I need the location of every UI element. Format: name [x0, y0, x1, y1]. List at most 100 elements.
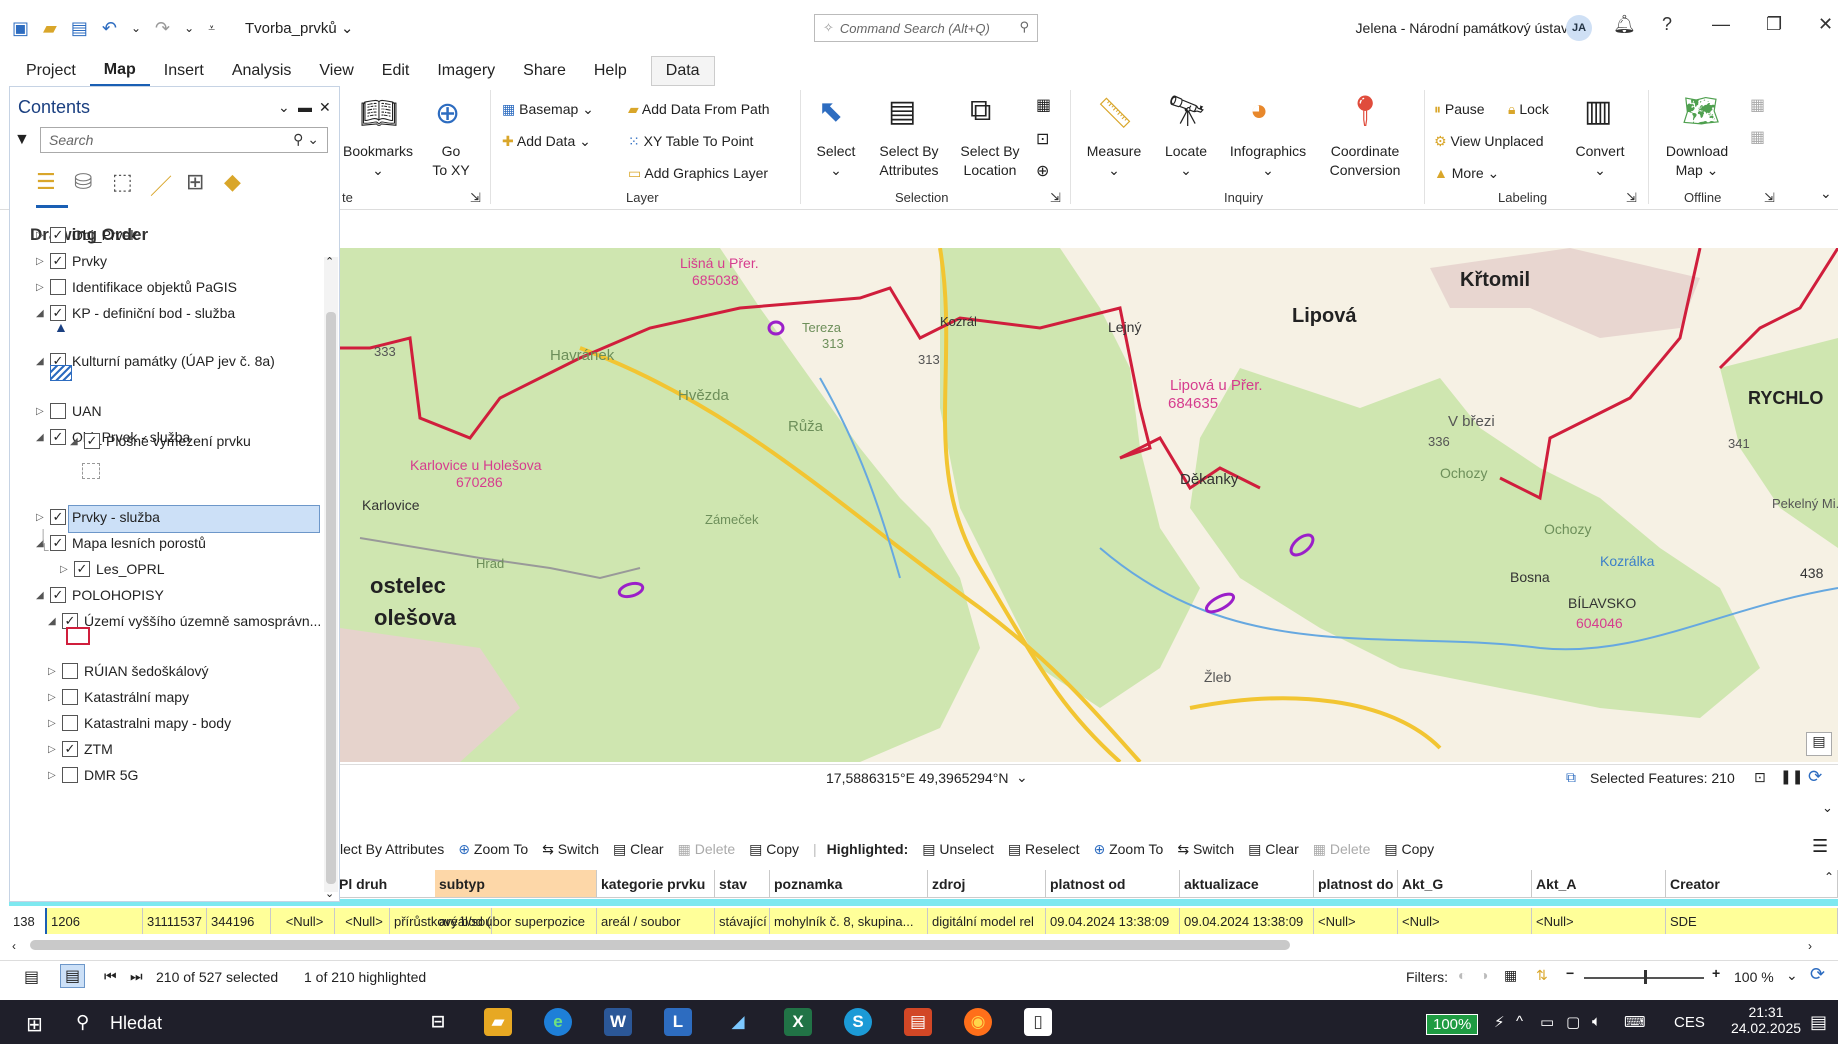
- snapping-icon[interactable]: ⊞: [186, 169, 204, 195]
- layer-item[interactable]: ▷ ✓ Les_OPRL: [60, 561, 164, 577]
- first-record-icon[interactable]: ⏮: [104, 968, 117, 985]
- table-row[interactable]: 138 1206 31111537 344196 <Null> <Null> přírůst…: [9, 908, 1838, 934]
- select-button[interactable]: Select ⌄: [808, 142, 864, 180]
- expand-icon[interactable]: ▷: [48, 770, 62, 781]
- select-by-location-button[interactable]: Select By Location: [952, 142, 1028, 180]
- notifications-icon[interactable]: ▤: [1810, 1012, 1827, 1033]
- layer-item[interactable]: ▷ Katastrální mapy: [48, 689, 189, 705]
- new-project-icon[interactable]: ▣: [12, 18, 29, 39]
- launcher-icon[interactable]: ⇲: [1764, 190, 1775, 206]
- expand-icon[interactable]: ◢: [70, 436, 84, 447]
- layer-item[interactable]: ▷ RÚIAN šedoškálový: [48, 663, 209, 679]
- table-cell[interactable]: 138: [9, 908, 47, 934]
- infographics-button[interactable]: Infographics ⌄: [1224, 142, 1312, 180]
- clear-selection-icon[interactable]: ⊡: [1036, 130, 1049, 149]
- battery-icon[interactable]: ▭: [1540, 1013, 1554, 1031]
- tab-project[interactable]: Project: [0, 56, 90, 86]
- expand-icon[interactable]: ▷: [48, 692, 62, 703]
- tab-help[interactable]: Help: [580, 56, 641, 86]
- layer-checkbox[interactable]: ✓: [50, 253, 66, 269]
- layer-checkbox[interactable]: ✓: [50, 429, 66, 445]
- save-project-icon[interactable]: ▤: [71, 18, 88, 39]
- volume-icon[interactable]: 🔈︎: [1592, 1013, 1601, 1030]
- column-header[interactable]: Creator: [1666, 870, 1838, 897]
- table-cell[interactable]: <Null>: [1398, 908, 1532, 934]
- avatar[interactable]: JA: [1566, 15, 1592, 41]
- keyboard-icon[interactable]: ⌨: [1624, 1013, 1646, 1031]
- chevron-down-icon[interactable]: ⌄: [1786, 967, 1798, 984]
- drawing-order-icon[interactable]: ☰: [36, 169, 56, 195]
- expand-icon[interactable]: ▷: [48, 666, 62, 677]
- expand-icon[interactable]: ◢: [36, 590, 50, 601]
- expand-icon[interactable]: ▷: [36, 406, 50, 417]
- selection-icon[interactable]: ⬚: [112, 169, 133, 195]
- layer-checkbox[interactable]: ✓: [84, 433, 100, 449]
- excel-icon[interactable]: X: [784, 1008, 812, 1036]
- network-icon[interactable]: ▢: [1566, 1013, 1580, 1031]
- arcgis-icon[interactable]: ◢: [724, 1008, 752, 1036]
- map-view[interactable]: Lišná u Přer. 685038 Havránek Tereza 313 Hvěz…: [340, 248, 1838, 762]
- zoom-out-icon[interactable]: −: [1566, 965, 1574, 981]
- column-header[interactable]: aktualizace: [1180, 870, 1314, 897]
- table-cell[interactable]: <Null>: [335, 908, 390, 934]
- expand-icon[interactable]: ▷: [60, 564, 74, 575]
- table-cell[interactable]: 1206: [47, 908, 143, 934]
- app-l-icon[interactable]: L: [664, 1008, 692, 1036]
- labeling-icon[interactable]: ◆: [224, 169, 241, 195]
- table-cell[interactable]: mohylník č. 8, skupina...: [770, 908, 928, 934]
- pdf-icon[interactable]: ▤: [904, 1008, 932, 1036]
- layer-checkbox[interactable]: [62, 663, 78, 679]
- close-icon[interactable]: ✕: [1818, 14, 1833, 35]
- show-all-records-icon[interactable]: ▤: [24, 967, 39, 987]
- expand-icon[interactable]: ◢: [36, 356, 50, 367]
- scroll-down-icon[interactable]: ⌄: [325, 887, 334, 900]
- zoom-to-selection-icon[interactable]: ⊕: [1036, 162, 1049, 181]
- editing-icon[interactable]: ／: [150, 169, 172, 201]
- column-header[interactable]: kategorie prvku: [597, 870, 715, 897]
- project-name-dropdown[interactable]: Tvorba_prvků ⌄: [245, 19, 353, 37]
- map-options-icon[interactable]: ⊡: [1754, 769, 1766, 786]
- column-header[interactable]: platnost od: [1046, 870, 1180, 897]
- tab-view[interactable]: View: [305, 56, 367, 86]
- table-cell[interactable]: areál / soubor: [597, 908, 715, 934]
- language-indicator[interactable]: CES: [1674, 1014, 1705, 1031]
- basemap-button[interactable]: ▦ Basemap ⌄: [502, 100, 594, 119]
- battery-percent[interactable]: 100%: [1426, 1014, 1479, 1035]
- layer-item[interactable]: ◢ ✓ Mapa lesních porostů: [36, 535, 206, 551]
- highlighted-zoom-to-button[interactable]: ⊕ Zoom To: [1093, 841, 1163, 858]
- undo-dropdown-icon[interactable]: ⌄: [131, 21, 141, 35]
- zoom-slider-thumb[interactable]: [1644, 970, 1647, 984]
- table-cell[interactable]: SDE: [1666, 908, 1838, 934]
- column-header[interactable]: stav: [715, 870, 770, 897]
- clock[interactable]: 21:31 24.02.2025: [1730, 1004, 1802, 1036]
- column-header[interactable]: zdroj: [928, 870, 1046, 897]
- command-search-input[interactable]: ✧ Command Search (Alt+Q) ⚲: [814, 14, 1038, 42]
- sort-icon[interactable]: ⇅: [1536, 967, 1548, 984]
- firefox-icon[interactable]: ◉: [964, 1008, 992, 1036]
- pane-options-icon[interactable]: ⌄: [278, 99, 290, 116]
- table-cell[interactable]: <Null>: [1532, 908, 1666, 934]
- sync-icon[interactable]: ▦: [1750, 96, 1765, 115]
- taskbar-search-label[interactable]: Hledat: [110, 1013, 162, 1034]
- layer-checkbox[interactable]: ✓: [50, 587, 66, 603]
- launcher-icon[interactable]: ⇲: [1050, 190, 1061, 206]
- notepad-icon[interactable]: ▯: [1024, 1008, 1052, 1036]
- table-cell[interactable]: <Null>: [1314, 908, 1398, 934]
- go-to-xy-button[interactable]: Go To XY: [426, 142, 476, 180]
- word-icon[interactable]: W: [604, 1008, 632, 1036]
- bookmarks-button[interactable]: Bookmarks ⌄: [342, 142, 414, 180]
- layer-item[interactable]: ▷ Identifikace objektů PaGIS: [36, 279, 237, 295]
- tab-insert[interactable]: Insert: [150, 56, 218, 86]
- chevron-up-icon[interactable]: ^: [1516, 1013, 1523, 1030]
- layer-item[interactable]: ▷ ✓ Prvky: [36, 253, 107, 269]
- scroll-up-icon[interactable]: ⌃: [1824, 870, 1834, 884]
- map-legend-icon[interactable]: ▤: [1806, 732, 1832, 756]
- help-icon[interactable]: ?: [1662, 14, 1672, 35]
- table-cell[interactable]: 09.04.2024 13:38:09: [1046, 908, 1180, 934]
- delete-button[interactable]: ▦ Delete: [678, 841, 736, 858]
- layer-checkbox[interactable]: [50, 279, 66, 295]
- view-unplaced-button[interactable]: ⚙ View Unplaced: [1434, 132, 1544, 151]
- highlighted-delete-button[interactable]: ▦ Delete: [1313, 841, 1371, 858]
- locate-button[interactable]: Locate ⌄: [1158, 142, 1214, 180]
- pane-collapse-icon[interactable]: ⌄: [1822, 800, 1833, 816]
